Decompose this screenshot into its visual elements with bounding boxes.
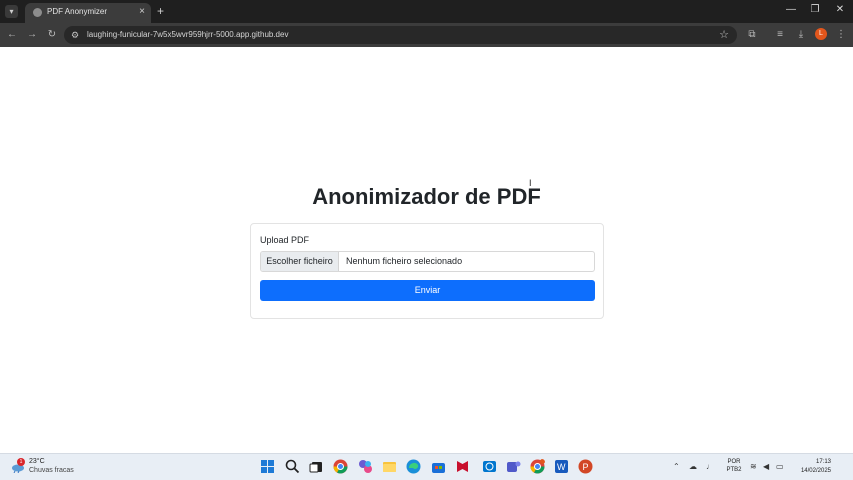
battery-icon[interactable]: ▭ xyxy=(776,461,784,473)
minimize-button[interactable]: — xyxy=(781,3,801,17)
edge-icon[interactable] xyxy=(406,459,421,474)
upload-form-card: Upload PDF Escolher ficheiro Nenhum fich… xyxy=(250,223,604,319)
copilot-icon[interactable] xyxy=(358,459,373,474)
file-status-text: Nenhum ficheiro selecionado xyxy=(346,256,463,266)
wifi-icon[interactable]: ≋ xyxy=(750,461,757,473)
favicon-icon xyxy=(33,8,42,17)
teams-icon[interactable] xyxy=(506,459,521,474)
downloads-icon[interactable]: ⤓ xyxy=(794,28,808,42)
powerpoint-icon[interactable]: P xyxy=(578,459,593,474)
weather-temp: 23°C xyxy=(29,458,45,465)
chrome-icon[interactable] xyxy=(333,459,348,474)
tab-search-icon[interactable]: ▾ xyxy=(5,5,18,18)
start-icon[interactable] xyxy=(260,459,275,474)
clock-time: 17:13 xyxy=(815,459,831,465)
cloud-icon[interactable]: ☁ xyxy=(689,461,697,473)
word-icon[interactable]: W xyxy=(554,459,569,474)
back-icon[interactable]: ← xyxy=(5,28,19,42)
file-input[interactable]: Escolher ficheiro Nenhum ficheiro seleci… xyxy=(260,251,595,272)
windows-taskbar: 1 23°C Chuvas fracas W P ⌃ ☁ ♩ POR PTB2 … xyxy=(0,453,853,480)
svg-text:P: P xyxy=(583,462,589,472)
submit-button[interactable]: Enviar xyxy=(260,280,595,301)
chrome-active-icon[interactable] xyxy=(530,459,545,474)
address-bar[interactable]: ⚙ laughing-funicular-7w5x5wvr959hjrr-500… xyxy=(64,26,737,44)
weather-badge: 1 xyxy=(17,458,25,466)
language-indicator[interactable]: POR PTB2 xyxy=(723,458,745,474)
mcafee-icon[interactable] xyxy=(455,459,470,474)
tray-expand-icon[interactable]: ⌃ xyxy=(673,461,680,473)
microphone-icon[interactable]: ♩ xyxy=(706,461,714,473)
page-title: Anonimizador de PDF xyxy=(312,184,541,209)
search-icon[interactable] xyxy=(285,459,300,474)
clock-date: 14/02/2025 xyxy=(800,468,831,474)
extensions-icon[interactable]: ⧉ xyxy=(745,28,759,42)
volume-icon[interactable]: ◀ xyxy=(763,461,769,473)
task-view-icon[interactable] xyxy=(309,459,324,474)
tab-title: PDF Anonymizer xyxy=(47,7,108,16)
menu-icon[interactable]: ⋮ xyxy=(834,28,848,42)
tab-close-icon[interactable]: × xyxy=(139,6,145,18)
weather-desc: Chuvas fracas xyxy=(29,467,74,474)
dell-icon[interactable] xyxy=(482,459,497,474)
file-explorer-icon[interactable] xyxy=(382,459,397,474)
language-line2: PTB2 xyxy=(726,467,742,473)
choose-file-button[interactable]: Escolher ficheiro xyxy=(261,252,339,271)
site-info-icon[interactable]: ⚙ xyxy=(71,29,79,41)
browser-toolbar: ← → ↻ ⚙ laughing-funicular-7w5x5wvr959hj… xyxy=(0,23,853,47)
new-tab-button[interactable]: + xyxy=(157,4,164,18)
url-text: laughing-funicular-7w5x5wvr959hjrr-5000.… xyxy=(87,30,289,39)
browser-tab[interactable]: PDF Anonymizer × xyxy=(25,3,151,23)
svg-text:W: W xyxy=(557,462,566,472)
close-window-button[interactable]: ✕ xyxy=(830,3,850,17)
media-icon[interactable]: ≡ xyxy=(773,28,787,42)
system-clock[interactable]: 17:13 14/02/2025 xyxy=(791,458,831,476)
page-content: Anonimizador de PDF I Upload PDF Escolhe… xyxy=(0,47,853,453)
language-line1: POR xyxy=(727,459,741,465)
profile-icon[interactable]: L xyxy=(815,28,827,40)
browser-tab-strip: ▾ PDF Anonymizer × + — ❐ ✕ xyxy=(0,0,853,23)
store-icon[interactable] xyxy=(431,459,446,474)
upload-label: Upload PDF xyxy=(260,235,310,245)
forward-icon[interactable]: → xyxy=(25,28,39,42)
reload-icon[interactable]: ↻ xyxy=(45,28,59,42)
bookmark-star-icon[interactable]: ☆ xyxy=(719,28,729,42)
text-cursor-icon: I xyxy=(529,178,532,188)
maximize-button[interactable]: ❐ xyxy=(805,3,825,17)
